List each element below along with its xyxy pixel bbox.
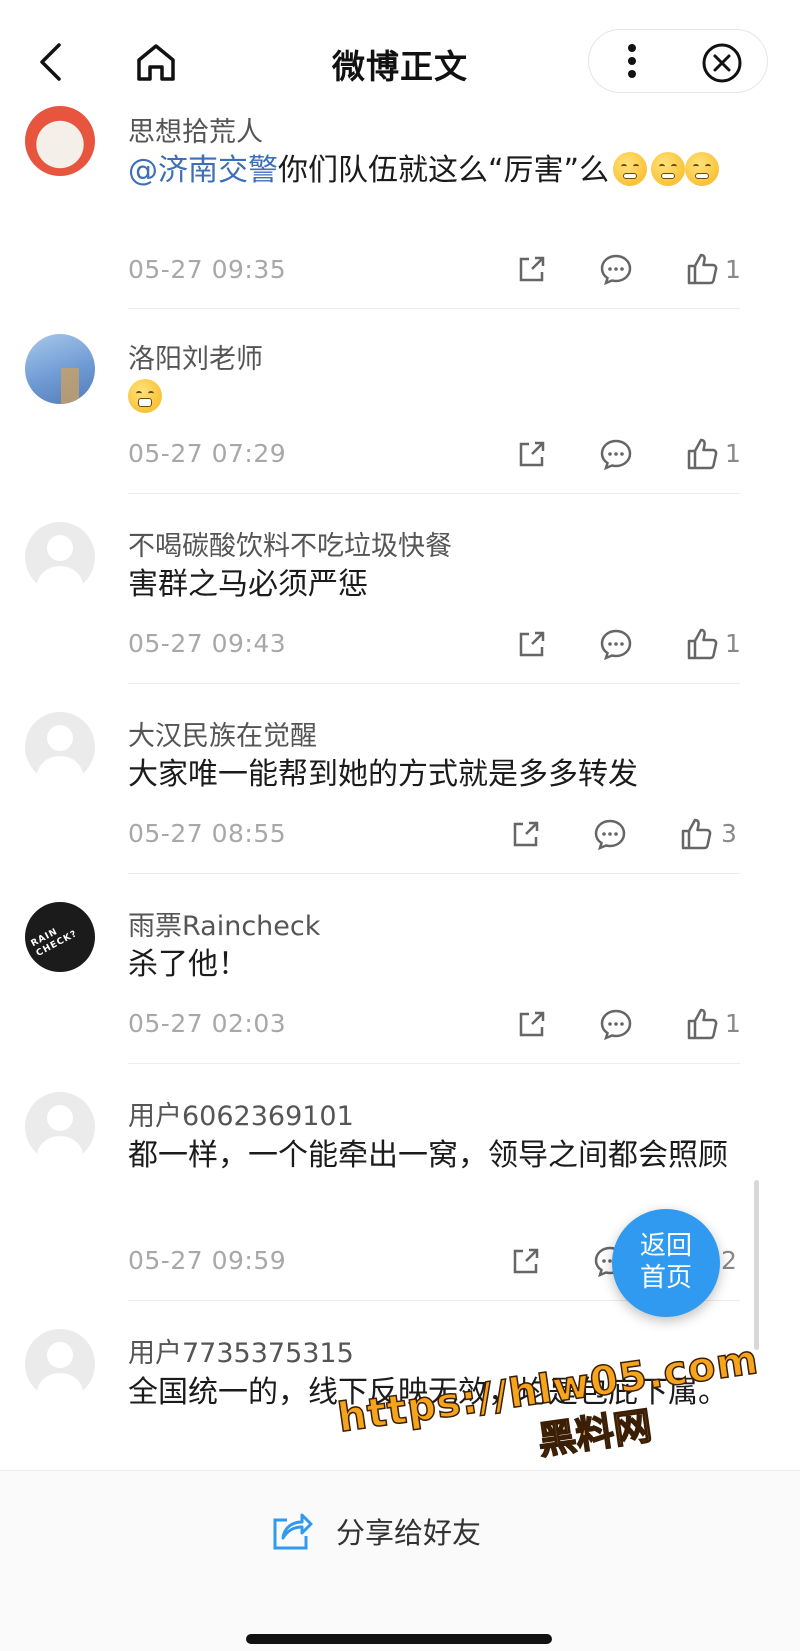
share-button[interactable] [512,249,552,289]
avatar[interactable] [25,106,95,176]
back-to-home-button[interactable]: 返回 首页 [612,1209,720,1317]
thumbs-up-icon [681,818,712,850]
avatar[interactable] [25,334,95,404]
shush-emoji-icon [685,152,720,186]
like-button[interactable] [682,434,722,474]
comment-text: 杀了他！ [128,947,248,982]
comment-text: 害群之马必须严惩 [128,567,368,602]
comment-username[interactable]: 洛阳刘老师 [128,337,263,376]
comment-button[interactable] [590,814,630,854]
comment-text: @济南交警你们队伍就这么“厉害”么 [128,150,748,192]
close-button[interactable] [699,40,745,86]
like-button[interactable] [682,249,722,289]
like-count: 1 [725,629,741,658]
share-button[interactable] [512,624,552,664]
comment-body: 你们队伍就这么“厉害”么 [278,153,610,188]
home-indicator[interactable] [246,1634,552,1644]
comment-timestamp: 05-27 08:55 [128,819,287,848]
comment-username[interactable]: 雨票Raincheck [128,904,320,943]
comment-item: 大汉民族在觉醒 大家唯一能帮到她的方式就是多多转发 05-27 08:55 3 [0,684,800,874]
back-to-home-label-line1: 返回 [639,1231,692,1261]
mention-link[interactable]: @济南交警 [128,153,278,188]
like-count: 2 [721,1246,737,1275]
like-button[interactable] [682,624,722,664]
comment-timestamp: 05-27 09:35 [128,255,287,284]
comment-timestamp: 05-27 02:03 [128,1009,287,1038]
comment-timestamp: 05-27 09:59 [128,1246,287,1275]
close-circle-icon [702,43,742,83]
share-icon [513,1248,539,1274]
comment-username[interactable]: 思想拾荒人 [128,110,263,149]
comment-button[interactable] [596,249,636,289]
like-count: 3 [721,819,737,848]
share-to-friends-button[interactable]: 分享给好友 [270,1507,481,1555]
share-button[interactable] [506,814,546,854]
share-button[interactable] [512,1004,552,1044]
more-button[interactable] [611,40,653,82]
comment-timestamp: 05-27 07:29 [128,439,287,468]
bottom-share-bar: 分享给好友 [0,1470,800,1651]
comment-text: 大家唯一能帮到她的方式就是多多转发 [128,757,638,792]
scrollbar[interactable] [754,1180,759,1350]
comment-item: 思想拾荒人 @济南交警你们队伍就这么“厉害”么 05-27 09:35 1 [0,104,800,309]
comment-text: 都一样，一个能牵出一窝，领导之间都会照顾 [128,1138,728,1173]
avatar[interactable]: RAIN CHECK? [25,902,95,972]
avatar[interactable] [25,1329,95,1399]
comment-username[interactable]: 用户7735375315 [128,1331,354,1370]
like-count: 1 [725,439,741,468]
share-icon [519,256,545,282]
comment-icon [600,629,632,661]
comment-item: 不喝碳酸饮料不吃垃圾快餐 害群之马必须严惩 05-27 09:43 1 [0,494,800,684]
comment-button[interactable] [596,624,636,664]
share-icon [519,441,545,467]
share-icon [519,631,545,657]
comment-icon [600,439,632,471]
comment-text [128,377,748,419]
share-label: 分享给好友 [336,1516,482,1550]
avatar[interactable] [25,522,95,592]
avatar[interactable] [25,1092,95,1162]
thumbs-up-icon [687,253,718,285]
like-button[interactable] [682,1004,722,1044]
mini-program-capsule [588,29,768,93]
comment-item: 洛阳刘老师 05-27 07:29 1 [0,309,800,494]
share-icon [513,821,539,847]
comment-username[interactable]: 不喝碳酸饮料不吃垃圾快餐 [128,524,452,563]
comment-button[interactable] [596,1004,636,1044]
like-button[interactable] [676,814,716,854]
like-count: 1 [725,255,741,284]
share-button[interactable] [512,434,552,474]
shush-emoji-icon [613,152,648,186]
comment-icon [594,819,626,851]
shush-emoji-icon [651,152,686,186]
comment-timestamp: 05-27 09:43 [128,629,287,658]
grin-emoji-icon [128,379,162,413]
more-vertical-icon [628,44,636,78]
back-to-home-label-line2: 首页 [639,1263,692,1293]
thumbs-up-icon [687,438,718,470]
top-navigation-bar: 微博正文 [0,0,800,104]
avatar[interactable] [25,712,95,782]
comment-username[interactable]: 大汉民族在觉醒 [128,714,317,753]
like-count: 1 [725,1009,741,1038]
comment-icon [600,1009,632,1041]
share-button[interactable] [506,1241,546,1281]
avatar-text: RAIN CHECK? [29,926,80,959]
thumbs-up-icon [687,628,718,660]
comment-icon [600,254,632,286]
comment-button[interactable] [596,434,636,474]
share-icon [273,1513,313,1550]
comment-item: RAIN CHECK? 雨票Raincheck 杀了他！ 05-27 02:03… [0,874,800,1064]
share-icon [519,1011,545,1037]
comment-username[interactable]: 用户6062369101 [128,1094,354,1133]
thumbs-up-icon [687,1008,718,1040]
